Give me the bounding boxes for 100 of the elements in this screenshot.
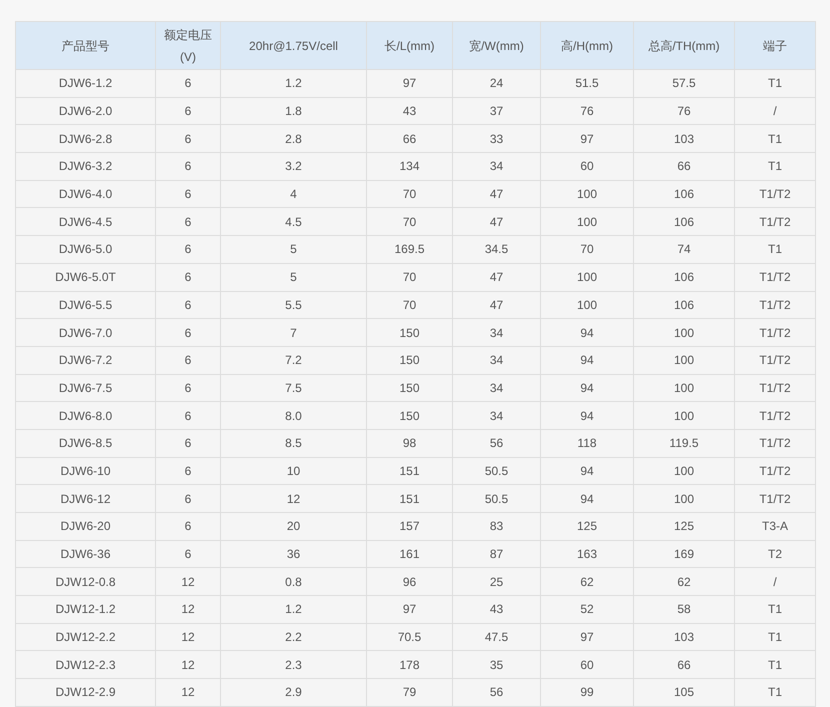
table-cell: 106 [634, 291, 734, 319]
table-cell: 7.2 [220, 346, 366, 374]
table-cell: 74 [634, 236, 734, 264]
table-cell: 6 [156, 402, 220, 430]
table-cell: 4 [220, 180, 366, 208]
table-cell: DJW6-2.0 [16, 97, 156, 125]
table-cell: 6 [156, 457, 220, 485]
table-cell: DJW6-4.5 [16, 208, 156, 236]
table-cell: T1 [734, 623, 816, 651]
table-cell: 4.5 [220, 208, 366, 236]
table-cell: 119.5 [634, 429, 734, 458]
table-cell: 6 [156, 124, 220, 153]
column-header: 长/L(mm) [384, 38, 434, 52]
table-cell: T1/T2 [734, 263, 816, 291]
table-cell: 100 [634, 457, 734, 485]
table-cell: / [734, 568, 816, 596]
table-cell: 1.2 [220, 70, 366, 98]
table-cell: 7 [220, 318, 366, 346]
table-cell: DJW6-2.8 [16, 124, 156, 153]
table-cell: DJW12-2.9 [16, 678, 156, 706]
table-cell: DJW6-20 [16, 512, 156, 540]
table-cell: DJW6-5.0T [16, 263, 156, 291]
table-cell: 56 [452, 429, 540, 458]
table-cell: 34 [452, 346, 540, 374]
table-cell: DJW6-7.0 [16, 318, 156, 346]
table-cell: 47 [452, 180, 540, 208]
table-cell: 35 [452, 650, 540, 679]
table-cell: 150 [366, 402, 452, 430]
table-cell: 157 [366, 512, 452, 540]
table-cell: 70.5 [366, 623, 452, 651]
table-cell: 2.8 [220, 124, 366, 153]
table-cell: 106 [634, 180, 734, 208]
table-cell: 6 [156, 484, 220, 512]
table-cell: T1/T2 [734, 429, 816, 458]
table-cell: 57.5 [634, 70, 734, 98]
table-cell: DJW6-8.0 [16, 402, 156, 430]
table-cell: T1 [734, 236, 816, 264]
table-cell: 60 [540, 152, 634, 180]
table-cell: DJW12-1.2 [16, 596, 156, 624]
table-cell: 94 [540, 484, 634, 512]
table-cell: 47.5 [452, 623, 540, 651]
table-cell: 12 [220, 484, 366, 512]
table-cell: 100 [634, 484, 734, 512]
table-cell: T2 [734, 540, 816, 568]
table-cell: 34 [452, 402, 540, 430]
table-cell: 36 [220, 540, 366, 568]
table-cell: 34.5 [452, 236, 540, 264]
table-cell: 94 [540, 374, 634, 402]
table-cell: DJW6-10 [16, 457, 156, 485]
column-header: 高/H(mm) [561, 38, 613, 52]
table-cell: 97 [540, 623, 634, 651]
table-cell: 2.2 [220, 623, 366, 651]
table-cell: 97 [540, 124, 634, 153]
table-cell: 103 [634, 124, 734, 153]
table-cell: DJW6-5.5 [16, 291, 156, 319]
table-cell: DJW6-3.2 [16, 152, 156, 180]
table-cell: 79 [366, 678, 452, 706]
table-cell: T1/T2 [734, 180, 816, 208]
table-cell: 1.8 [220, 97, 366, 125]
table-cell: 70 [366, 263, 452, 291]
table-cell: 6 [156, 374, 220, 402]
table-cell: 51.5 [540, 70, 634, 98]
table-cell: 12 [156, 596, 220, 624]
table-cell: 94 [540, 346, 634, 374]
table-cell: 70 [366, 291, 452, 319]
table-cell: 33 [452, 124, 540, 153]
column-header: 总高/TH(mm) [648, 38, 720, 52]
table-cell: 66 [634, 152, 734, 180]
table-cell: 62 [634, 568, 734, 596]
table-cell: 6 [156, 97, 220, 125]
table-cell: 66 [634, 650, 734, 679]
table-cell: T1/T2 [734, 291, 816, 319]
table-cell: 6 [156, 152, 220, 180]
table-cell: 150 [366, 346, 452, 374]
table-cell: 50.5 [452, 457, 540, 485]
table-cell: 2.3 [220, 650, 366, 679]
table-cell: DJW6-8.5 [16, 429, 156, 458]
column-header: 产品型号 [62, 38, 110, 52]
table-cell: T1/T2 [734, 208, 816, 236]
table-cell: 6 [156, 291, 220, 319]
table-cell: 6 [156, 236, 220, 264]
table-cell: 178 [366, 650, 452, 679]
table-cell: 60 [540, 650, 634, 679]
table-cell: DJW12-2.2 [16, 623, 156, 651]
table-cell: 34 [452, 318, 540, 346]
table-cell: 106 [634, 263, 734, 291]
table-cell: 150 [366, 374, 452, 402]
table-cell: 24 [452, 70, 540, 98]
table-cell: 20 [220, 512, 366, 540]
table-cell: DJW6-7.2 [16, 346, 156, 374]
table-cell: 70 [366, 208, 452, 236]
table-cell: 5 [220, 236, 366, 264]
column-header: 额定电压 (V) [164, 28, 212, 64]
table-cell: 10 [220, 457, 366, 485]
table-cell: 76 [634, 97, 734, 125]
table-cell: 105 [634, 678, 734, 706]
column-header: 20hr@1.75V/cell [249, 38, 338, 52]
table-cell: 83 [452, 512, 540, 540]
table-cell: 37 [452, 97, 540, 125]
table-cell: 94 [540, 457, 634, 485]
